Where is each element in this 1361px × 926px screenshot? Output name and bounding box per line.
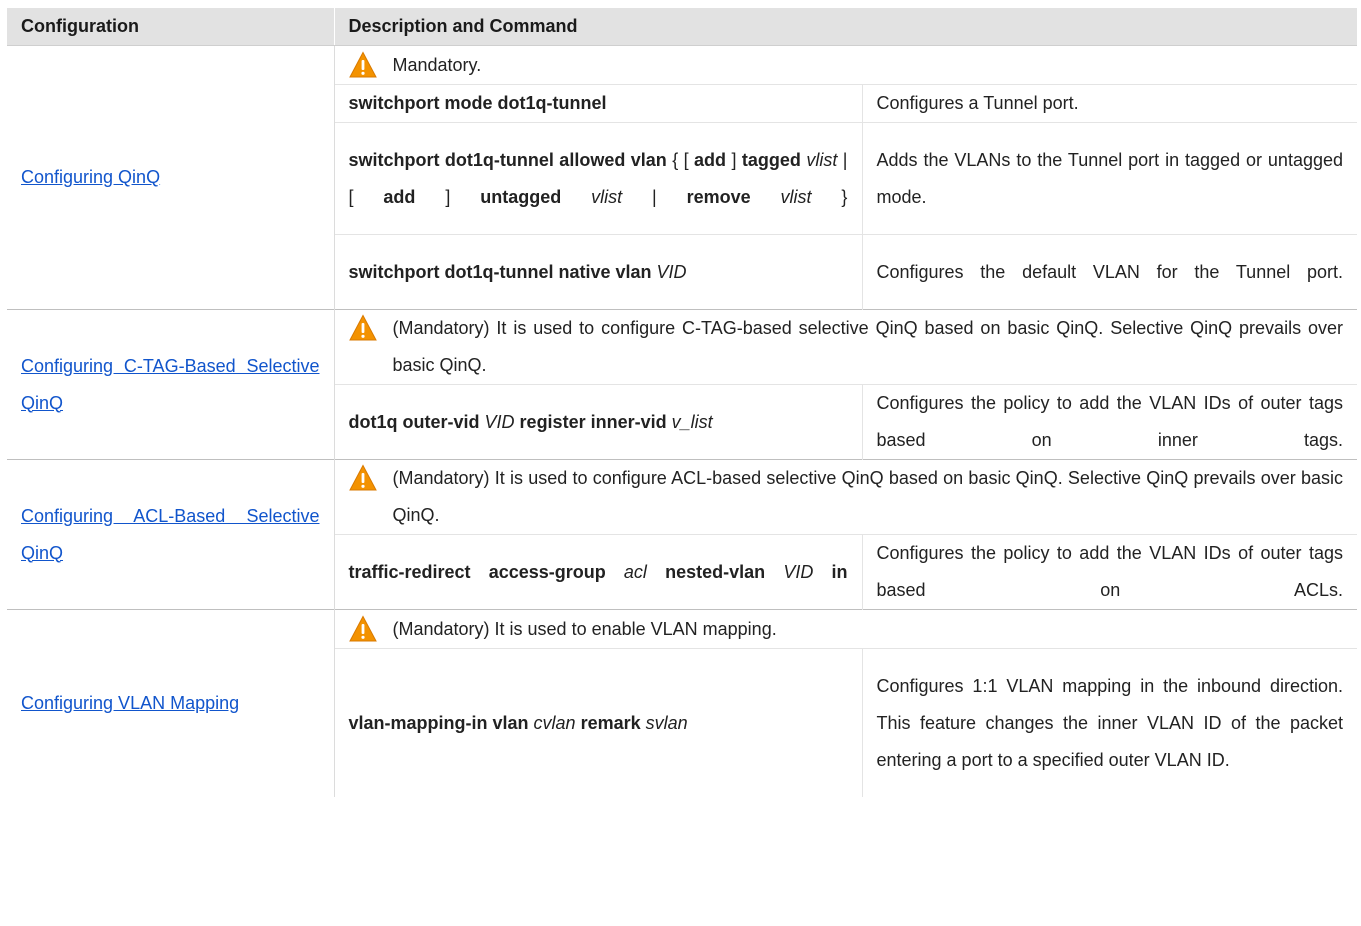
- command-cell: switchport dot1q-tunnel native vlan VID: [334, 234, 863, 310]
- command-cell: switchport dot1q-tunnel allowed vlan { […: [334, 122, 863, 235]
- description-cell: Configures the policy to add the VLAN ID…: [862, 534, 1357, 610]
- config-cell: Configuring QinQ: [7, 45, 335, 310]
- description-cell: Configures 1:1 VLAN mapping in the inbou…: [862, 648, 1357, 797]
- table-row: Configuring ACL-Based Selective QinQ (Ma…: [7, 459, 1357, 610]
- warning-triangle-icon: [348, 614, 377, 641]
- config-cell: Configuring C-TAG-Based Selective QinQ: [7, 309, 335, 460]
- table-row: Configuring QinQ Mandatory.: [7, 45, 1357, 310]
- notice-text: (Mandatory) It is used to configure C-TA…: [392, 318, 1344, 375]
- command-cell: vlan-mapping-in vlan cvlan remark svlan: [334, 648, 863, 797]
- command-cell: dot1q outer-vid VID register inner-vid v…: [334, 384, 863, 460]
- notice-text: (Mandatory) It is used to configure ACL-…: [392, 468, 1344, 525]
- configuration-table: Configuration Description and Command Co…: [7, 8, 1357, 797]
- description-cell: Configures a Tunnel port.: [862, 84, 1357, 123]
- notice-cell: Mandatory.: [334, 45, 1357, 85]
- warning-triangle-icon: [348, 464, 377, 491]
- notice-text: Mandatory.: [392, 54, 482, 75]
- warning-triangle-icon: [348, 50, 377, 77]
- notice-cell: (Mandatory) It is used to enable VLAN ma…: [334, 609, 1357, 649]
- link-configuring-vlan-mapping[interactable]: Configuring VLAN Mapping: [21, 693, 239, 713]
- notice-text: (Mandatory) It is used to enable VLAN ma…: [392, 618, 777, 639]
- table-header-row: Configuration Description and Command: [7, 8, 1357, 46]
- warning-triangle-icon: [348, 314, 377, 341]
- link-configuring-c-tag-based-selective-qinq[interactable]: Configuring C-TAG-Based Selective QinQ: [21, 356, 320, 413]
- header-configuration: Configuration: [7, 8, 335, 46]
- description-cell: Adds the VLANs to the Tunnel port in tag…: [862, 122, 1357, 235]
- config-cell: Configuring VLAN Mapping: [7, 609, 335, 797]
- header-description-and-command: Description and Command: [334, 8, 1357, 46]
- description-cell: Configures the default VLAN for the Tunn…: [862, 234, 1357, 310]
- table-row: Configuring C-TAG-Based Selective QinQ (…: [7, 309, 1357, 460]
- notice-cell: (Mandatory) It is used to configure ACL-…: [334, 459, 1357, 535]
- link-configuring-qinq[interactable]: Configuring QinQ: [21, 167, 160, 187]
- command-cell: switchport mode dot1q-tunnel: [334, 84, 863, 123]
- link-configuring-acl-based-selective-qinq[interactable]: Configuring ACL-Based Selective QinQ: [21, 506, 320, 563]
- table-row: Configuring VLAN Mapping (Mandatory) It …: [7, 609, 1357, 797]
- config-cell: Configuring ACL-Based Selective QinQ: [7, 459, 335, 610]
- command-cell: traffic-redirect access-group acl nested…: [334, 534, 863, 610]
- notice-cell: (Mandatory) It is used to configure C-TA…: [334, 309, 1357, 385]
- description-cell: Configures the policy to add the VLAN ID…: [862, 384, 1357, 460]
- document-page: Configuration Description and Command Co…: [0, 0, 1361, 926]
